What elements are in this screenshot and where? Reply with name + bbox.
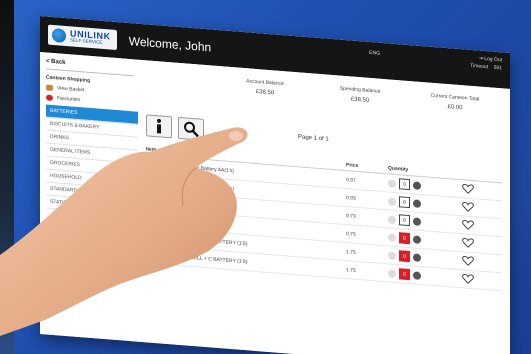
quantity-value: 0 — [399, 250, 410, 263]
sidebar: Canteen Shopping View Basket Favourites … — [46, 74, 138, 216]
battery-thumbnail — [146, 229, 168, 244]
product-table: Item Description Price Quantity Panasoni… — [146, 146, 502, 292]
col-item: Item — [146, 146, 157, 154]
row-price: 1.75 — [346, 266, 356, 274]
battery-thumbnail — [146, 175, 168, 190]
account-balance: Account Balance £38.50 — [246, 78, 284, 97]
page-indicator: Page 1 of 1 — [298, 134, 329, 143]
welcome-text: Welcome, John — [128, 33, 212, 55]
increment-button[interactable] — [413, 234, 421, 244]
decrement-button[interactable] — [388, 268, 396, 278]
session-info: ⇥ Log Out Timeout 561 — [470, 54, 502, 73]
increment-button[interactable] — [413, 180, 421, 190]
increment-button[interactable] — [413, 270, 421, 280]
battery-thumbnail — [146, 247, 168, 262]
increment-button[interactable] — [413, 216, 421, 226]
language-selector[interactable]: ENG — [369, 50, 380, 57]
battery-thumbnail — [146, 211, 168, 226]
photo-left-edge — [0, 0, 14, 354]
decrement-button[interactable] — [388, 196, 396, 206]
heart-icon[interactable] — [462, 255, 474, 268]
quantity-stepper[interactable]: 0 — [388, 177, 448, 193]
info-icon — [157, 118, 161, 134]
quantity-value: 0 — [399, 268, 410, 281]
quantity-value: 0 — [399, 178, 410, 191]
heart-icon[interactable] — [462, 183, 474, 196]
toolbar — [146, 114, 204, 141]
back-button[interactable]: < Back — [46, 58, 66, 66]
heart-icon[interactable] — [462, 219, 474, 232]
main-content: < Back Canteen Shopping View Basket Favo… — [40, 52, 510, 354]
basket-icon — [46, 84, 53, 92]
row-price: 0.93 — [346, 194, 356, 202]
decrement-button[interactable] — [388, 250, 396, 260]
logo-mark-icon — [52, 27, 66, 44]
quantity-stepper[interactable]: 0 — [388, 231, 448, 247]
info-button[interactable] — [146, 114, 172, 139]
battery-thumbnail — [146, 157, 168, 172]
canteen-total: Current Canteen Total £0.00 — [430, 92, 480, 112]
heart-icon[interactable] — [462, 201, 474, 214]
search-icon — [184, 121, 199, 138]
timeout-label: Timeout — [470, 62, 489, 71]
row-price: 0.37 — [346, 176, 356, 184]
logout-icon: ⇥ — [478, 55, 483, 62]
battery-thumbnail — [146, 193, 168, 208]
row-price: 1.75 — [346, 248, 356, 256]
heart-icon[interactable] — [462, 237, 474, 250]
quantity-stepper[interactable]: 0 — [388, 195, 448, 211]
search-button[interactable] — [178, 116, 204, 141]
timeout-value: 561 — [493, 64, 502, 72]
decrement-button[interactable] — [388, 214, 396, 224]
heart-icon[interactable] — [462, 273, 474, 286]
quantity-value: 0 — [399, 232, 410, 245]
row-price: 0.75 — [346, 230, 356, 238]
col-price: Price — [346, 162, 359, 170]
quantity-stepper[interactable]: 0 — [388, 267, 448, 283]
decrement-button[interactable] — [388, 232, 396, 242]
quantity-value: 0 — [399, 214, 410, 227]
increment-button[interactable] — [413, 198, 421, 208]
unilink-logo: UNILINK SELF-SERVICE — [48, 24, 117, 51]
increment-button[interactable] — [413, 252, 421, 262]
kiosk-screen: UNILINK SELF-SERVICE Welcome, John ENG ⇥… — [40, 16, 510, 354]
spending-balance: Spending Balance £38.50 — [339, 85, 381, 104]
quantity-stepper[interactable]: 0 — [388, 249, 448, 265]
quantity-stepper[interactable]: 0 — [388, 213, 448, 229]
decrement-button[interactable] — [388, 178, 396, 188]
row-price: 0.79 — [346, 212, 356, 220]
heart-icon — [46, 94, 53, 102]
quantity-value: 0 — [399, 196, 410, 209]
